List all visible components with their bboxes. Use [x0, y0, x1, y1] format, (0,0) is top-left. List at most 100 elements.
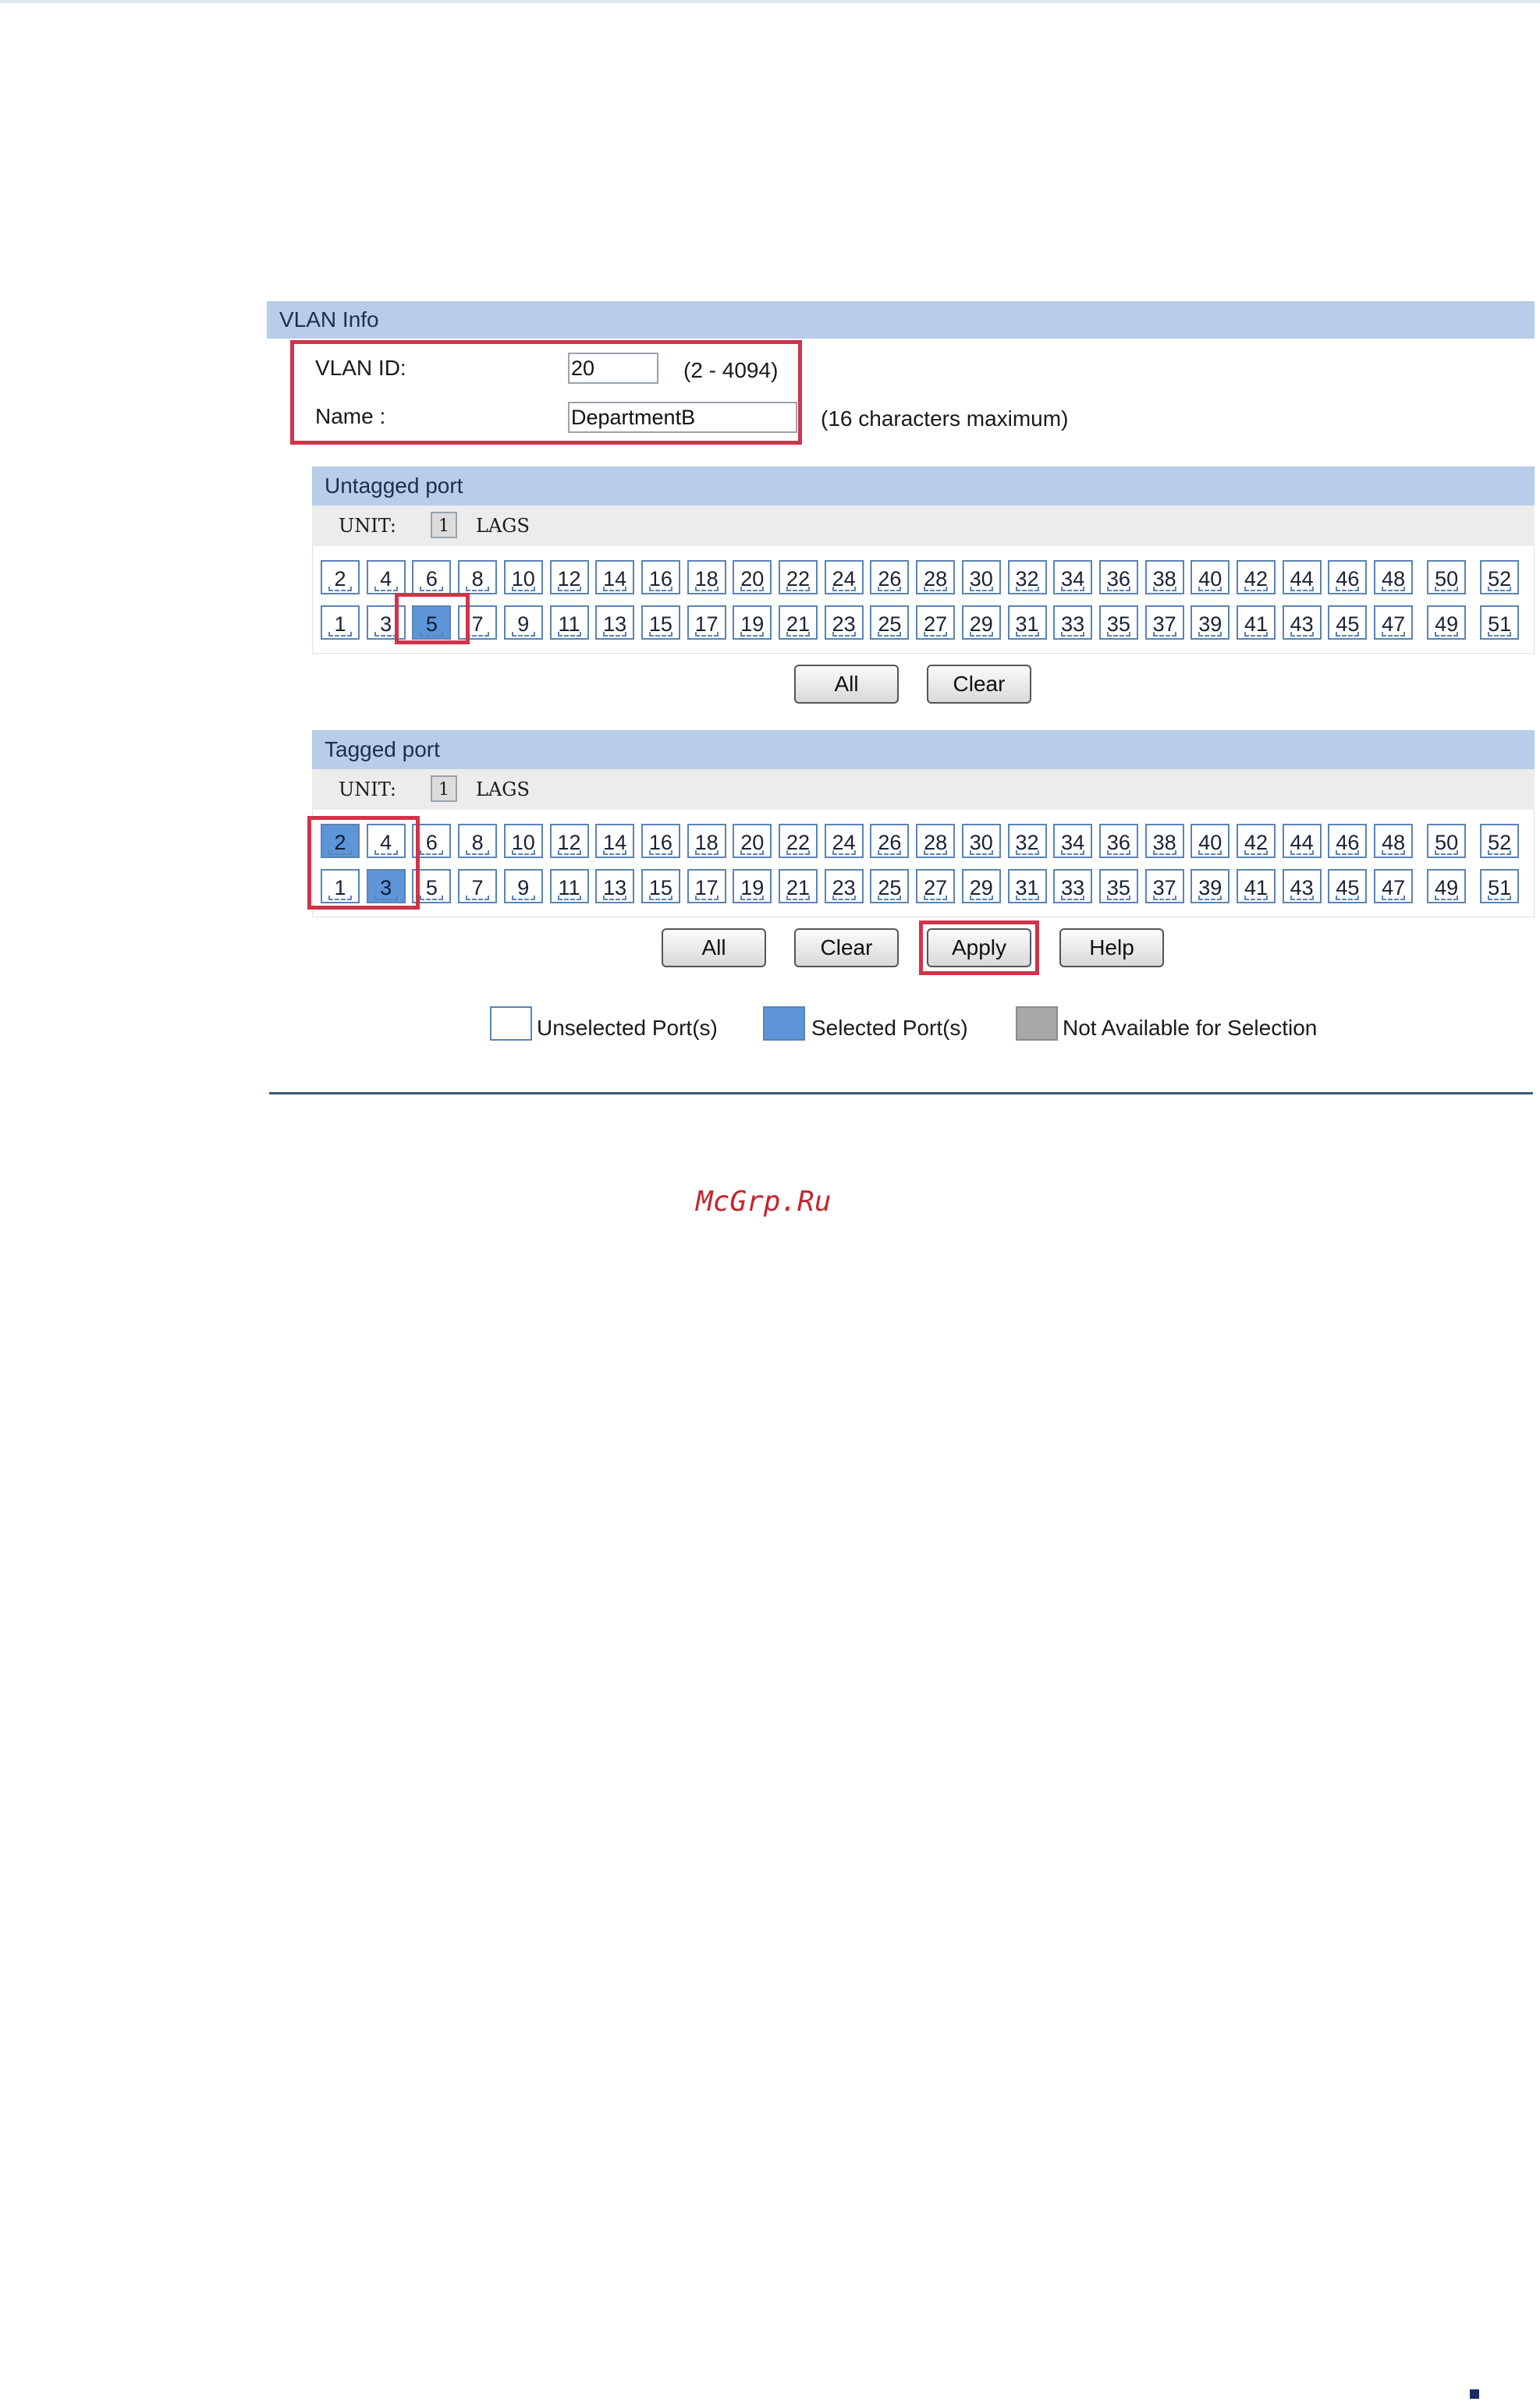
untagged-port-2[interactable]: 2 — [321, 560, 360, 594]
tagged-port-5[interactable]: 5 — [412, 869, 452, 903]
untagged-port-38[interactable]: 38 — [1144, 560, 1184, 594]
tagged-port-52[interactable]: 52 — [1480, 824, 1520, 858]
tagged-port-10[interactable]: 10 — [503, 824, 543, 858]
untagged-port-24[interactable]: 24 — [824, 560, 864, 594]
vlan-id-input[interactable] — [568, 353, 658, 384]
tagged-port-23[interactable]: 23 — [824, 869, 864, 903]
untagged-port-44[interactable]: 44 — [1282, 560, 1322, 594]
tagged-port-24[interactable]: 24 — [824, 824, 864, 858]
tagged-port-34[interactable]: 34 — [1053, 824, 1093, 858]
tagged-port-37[interactable]: 37 — [1144, 869, 1184, 903]
lags-link[interactable]: LAGS — [476, 779, 530, 800]
untagged-port-14[interactable]: 14 — [595, 560, 635, 594]
tagged-port-7[interactable]: 7 — [458, 869, 498, 903]
untagged-port-7[interactable]: 7 — [458, 605, 498, 640]
untagged-port-18[interactable]: 18 — [687, 560, 726, 594]
apply-button[interactable]: Apply — [927, 928, 1031, 967]
tagged-port-18[interactable]: 18 — [687, 824, 726, 858]
untagged-port-30[interactable]: 30 — [961, 560, 1001, 594]
untagged-port-23[interactable]: 23 — [824, 605, 864, 640]
tagged-port-2[interactable]: 2 — [321, 824, 360, 858]
untagged-port-39[interactable]: 39 — [1190, 605, 1230, 640]
unit-1-selector[interactable]: 1 — [431, 775, 457, 802]
tagged-port-9[interactable]: 9 — [503, 869, 543, 903]
tagged-port-20[interactable]: 20 — [733, 824, 772, 858]
untagged-port-47[interactable]: 47 — [1374, 605, 1414, 640]
untagged-port-31[interactable]: 31 — [1007, 605, 1047, 640]
untagged-port-36[interactable]: 36 — [1098, 560, 1138, 594]
untagged-port-35[interactable]: 35 — [1098, 605, 1138, 640]
tagged-port-41[interactable]: 41 — [1237, 869, 1276, 903]
untagged-port-29[interactable]: 29 — [961, 605, 1001, 640]
untagged-port-22[interactable]: 22 — [779, 560, 818, 594]
tagged-port-15[interactable]: 15 — [640, 869, 680, 903]
untagged-port-45[interactable]: 45 — [1328, 605, 1368, 640]
tagged-port-11[interactable]: 11 — [549, 869, 589, 903]
tagged-port-8[interactable]: 8 — [458, 824, 498, 858]
tagged-port-31[interactable]: 31 — [1007, 869, 1047, 903]
help-button[interactable]: Help — [1059, 928, 1164, 967]
tagged-all-button[interactable]: All — [662, 928, 766, 967]
untagged-port-32[interactable]: 32 — [1007, 560, 1047, 594]
untagged-port-28[interactable]: 28 — [916, 560, 956, 594]
untagged-port-50[interactable]: 50 — [1427, 560, 1467, 594]
tagged-port-3[interactable]: 3 — [366, 869, 406, 903]
untagged-port-27[interactable]: 27 — [916, 605, 956, 640]
tagged-port-29[interactable]: 29 — [961, 869, 1001, 903]
untagged-port-33[interactable]: 33 — [1053, 605, 1093, 640]
tagged-port-47[interactable]: 47 — [1374, 869, 1414, 903]
tagged-port-17[interactable]: 17 — [687, 869, 726, 903]
tagged-port-42[interactable]: 42 — [1237, 824, 1276, 858]
untagged-all-button[interactable]: All — [794, 665, 899, 704]
untagged-port-25[interactable]: 25 — [870, 605, 910, 640]
untagged-port-20[interactable]: 20 — [733, 560, 772, 594]
tagged-port-21[interactable]: 21 — [779, 869, 818, 903]
untagged-port-17[interactable]: 17 — [687, 605, 726, 640]
untagged-port-1[interactable]: 1 — [321, 605, 360, 640]
tagged-port-4[interactable]: 4 — [366, 824, 406, 858]
untagged-port-26[interactable]: 26 — [870, 560, 910, 594]
untagged-port-13[interactable]: 13 — [595, 605, 635, 640]
tagged-port-14[interactable]: 14 — [595, 824, 635, 858]
untagged-port-16[interactable]: 16 — [640, 560, 680, 594]
lags-link[interactable]: LAGS — [476, 515, 530, 537]
tagged-port-19[interactable]: 19 — [733, 869, 772, 903]
untagged-port-34[interactable]: 34 — [1053, 560, 1093, 594]
tagged-port-49[interactable]: 49 — [1427, 869, 1467, 903]
untagged-port-15[interactable]: 15 — [640, 605, 680, 640]
tagged-port-50[interactable]: 50 — [1427, 824, 1467, 858]
untagged-port-12[interactable]: 12 — [549, 560, 589, 594]
tagged-port-16[interactable]: 16 — [640, 824, 680, 858]
tagged-port-12[interactable]: 12 — [549, 824, 589, 858]
untagged-port-5[interactable]: 5 — [412, 605, 452, 640]
tagged-port-25[interactable]: 25 — [870, 869, 910, 903]
untagged-port-42[interactable]: 42 — [1237, 560, 1276, 594]
untagged-port-48[interactable]: 48 — [1374, 560, 1414, 594]
untagged-port-46[interactable]: 46 — [1328, 560, 1368, 594]
untagged-port-37[interactable]: 37 — [1144, 605, 1184, 640]
untagged-port-19[interactable]: 19 — [733, 605, 772, 640]
untagged-port-43[interactable]: 43 — [1282, 605, 1322, 640]
tagged-clear-button[interactable]: Clear — [794, 928, 899, 967]
vlan-name-input[interactable] — [568, 402, 797, 433]
tagged-port-39[interactable]: 39 — [1190, 869, 1230, 903]
tagged-port-33[interactable]: 33 — [1053, 869, 1093, 903]
tagged-port-45[interactable]: 45 — [1328, 869, 1368, 903]
tagged-port-48[interactable]: 48 — [1374, 824, 1414, 858]
tagged-port-43[interactable]: 43 — [1282, 869, 1322, 903]
untagged-port-21[interactable]: 21 — [779, 605, 818, 640]
untagged-port-11[interactable]: 11 — [549, 605, 589, 640]
untagged-port-10[interactable]: 10 — [503, 560, 543, 594]
tagged-port-30[interactable]: 30 — [961, 824, 1001, 858]
untagged-port-6[interactable]: 6 — [412, 560, 452, 594]
untagged-port-51[interactable]: 51 — [1480, 605, 1520, 640]
tagged-port-40[interactable]: 40 — [1190, 824, 1230, 858]
tagged-port-44[interactable]: 44 — [1282, 824, 1322, 858]
tagged-port-46[interactable]: 46 — [1328, 824, 1368, 858]
tagged-port-22[interactable]: 22 — [779, 824, 818, 858]
tagged-port-38[interactable]: 38 — [1144, 824, 1184, 858]
tagged-port-51[interactable]: 51 — [1480, 869, 1520, 903]
tagged-port-36[interactable]: 36 — [1098, 824, 1138, 858]
tagged-port-27[interactable]: 27 — [916, 869, 956, 903]
tagged-port-26[interactable]: 26 — [870, 824, 910, 858]
